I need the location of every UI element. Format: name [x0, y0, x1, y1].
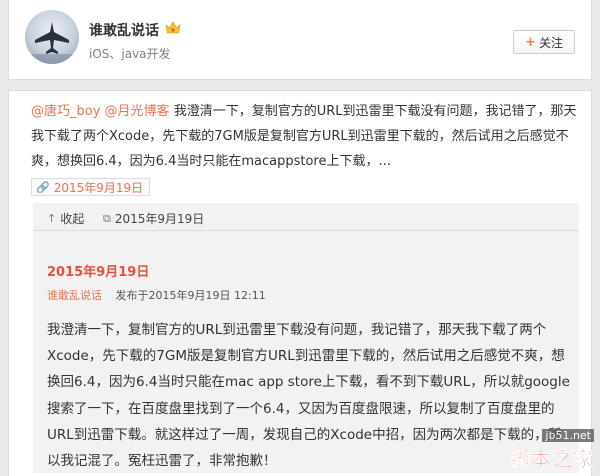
article-published: 发布于2015年9月19日 12:11 [115, 289, 266, 302]
follow-button[interactable]: + 关注 [513, 30, 575, 54]
post-time: 2015年9月19日 [53, 180, 144, 195]
article-date: 2015年9月19日 [47, 265, 150, 280]
arrow-up-icon: ↑ [47, 212, 57, 225]
article-toolbar: ↑ 收起 ⧉ 2015年9月19日 [33, 203, 579, 231]
collapse-button[interactable]: ↑ 收起 [47, 210, 84, 227]
watermark-url: jb51.net [542, 429, 594, 442]
article-link[interactable]: ⧉ 2015年9月19日 [103, 210, 204, 227]
article-link-date: 2015年9月19日 [114, 212, 205, 226]
mention-link[interactable]: @唐巧_boy [31, 104, 100, 119]
article-meta: 谁敢乱说话 发布于2015年9月19日 12:11 [47, 287, 266, 303]
user-name[interactable]: 谁敢乱说话 [89, 20, 159, 40]
article-author[interactable]: 谁敢乱说话 [47, 289, 102, 302]
post-time-link[interactable]: 🔗 2015年9月19日 [31, 178, 151, 196]
post-card: @唐巧_boy @月光博客 我澄清一下，复制官方的URL到迅雷里下载没有问题，我… [8, 90, 592, 476]
site-watermark: jb51.net 脚本之家 [510, 424, 594, 472]
collapse-label: 收起 [60, 212, 85, 226]
article-body: 我澄清一下，复制官方的URL到迅雷里下载没有问题，我记错了，那天我下载了两个Xc… [47, 322, 570, 470]
avatar[interactable] [25, 10, 79, 64]
mention-link[interactable]: @月光博客 [105, 104, 170, 119]
follow-label: 关注 [538, 35, 563, 50]
plus-icon: + [525, 34, 536, 50]
vip-crown-icon[interactable] [165, 21, 181, 35]
fighter-jet-icon [25, 22, 79, 64]
user-bio: iOS、java开发 [89, 47, 171, 61]
link-out-icon: ⧉ [103, 211, 111, 225]
post-text: @唐巧_boy @月光博客 我澄清一下，复制官方的URL到迅雷里下载没有问题，我… [31, 99, 579, 174]
article-panel: ↑ 收起 ⧉ 2015年9月19日 2015年9月19日 谁敢乱说话 发布于20… [33, 203, 579, 473]
watermark-name: 脚本之家 [510, 447, 594, 471]
profile-card: 谁敢乱说话 iOS、java开发 + 关注 [8, 0, 592, 80]
link-icon: 🔗 [36, 180, 50, 194]
